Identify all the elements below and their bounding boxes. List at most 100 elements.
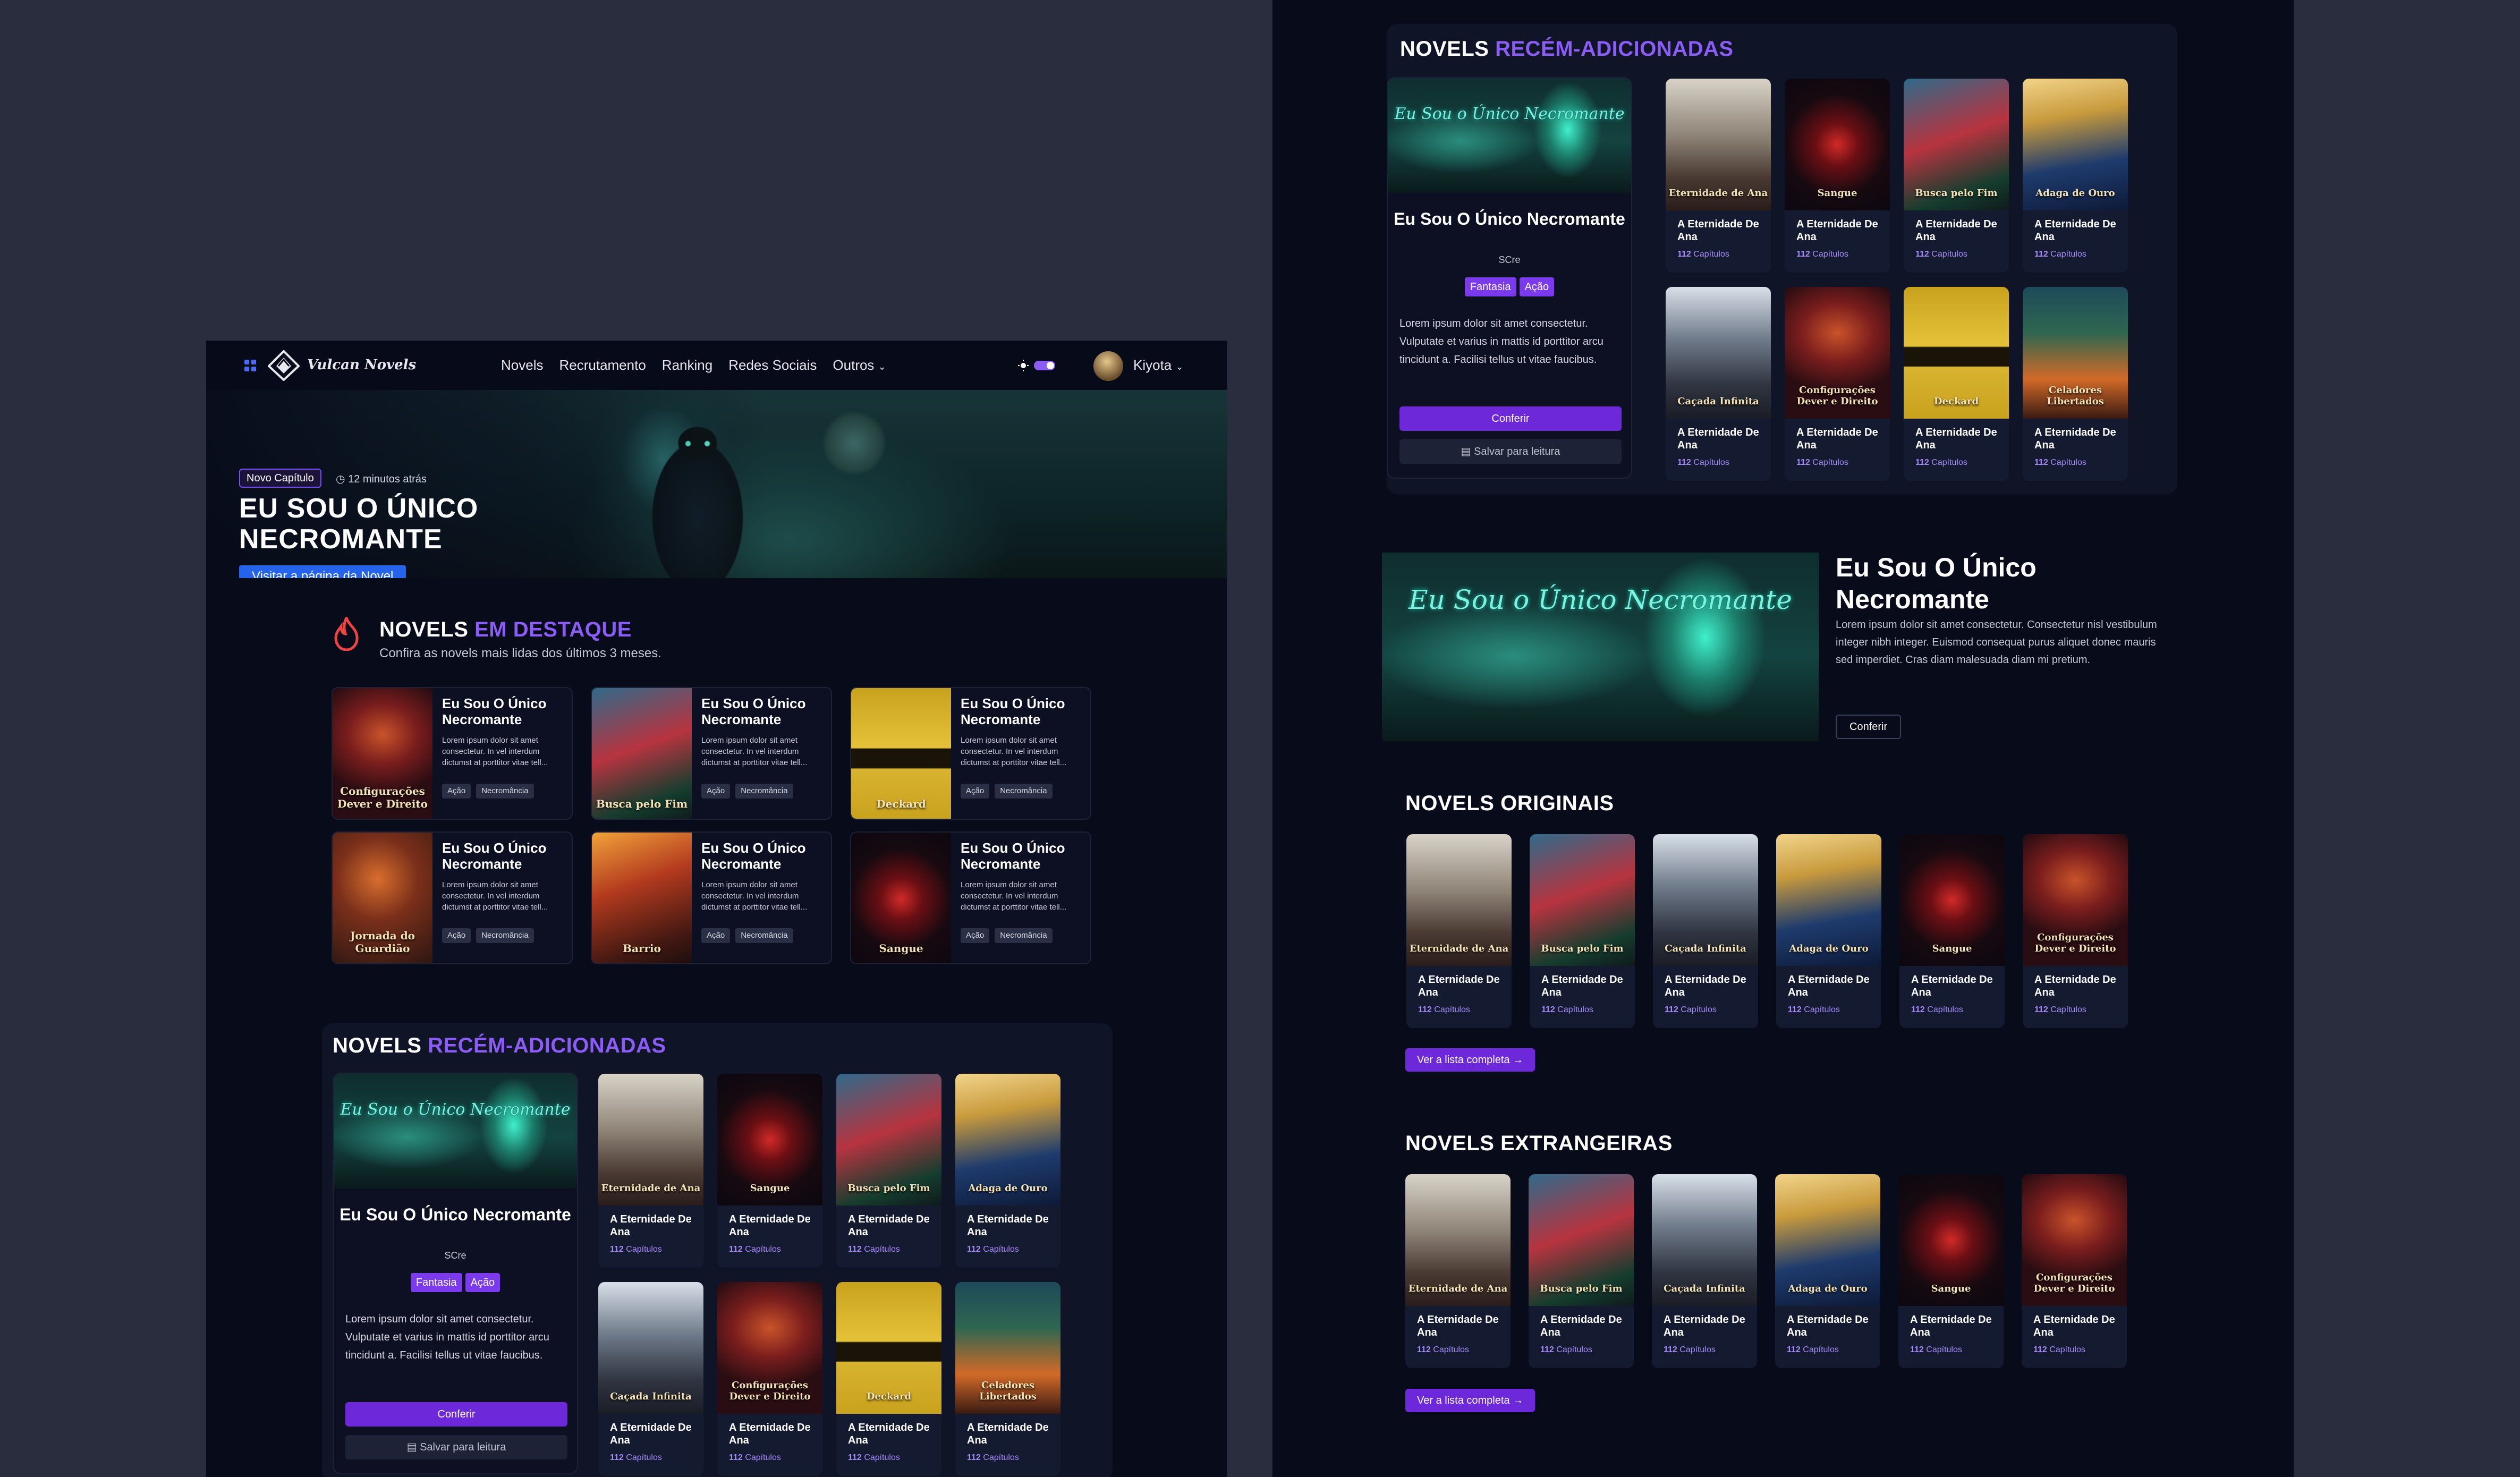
avatar[interactable] — [1093, 351, 1123, 381]
novel-card-title[interactable]: A Eternidade De Ana — [848, 1213, 933, 1238]
novel-cover[interactable]: Adaga de Ouro — [2023, 79, 2128, 210]
novel-cover[interactable]: Eternidade de Ana — [1666, 79, 1771, 210]
novel-card-title[interactable]: A Eternidade De Ana — [1787, 1313, 1872, 1339]
novel-cover[interactable]: Deckard — [836, 1282, 941, 1414]
novel-card[interactable]: Sangue A Eternidade De Ana 112 Capítulos — [1785, 79, 1890, 273]
novel-card-title[interactable]: A Eternidade De Ana — [2034, 218, 2119, 243]
genre-tag[interactable]: Necromância — [476, 784, 534, 799]
novel-cover[interactable]: Barrio — [592, 833, 692, 963]
novel-cover[interactable]: Caçada Infinita — [1652, 1174, 1757, 1306]
genre-tag[interactable]: Ação — [465, 1273, 500, 1292]
novel-cover[interactable]: Adaga de Ouro — [1776, 834, 1881, 966]
novel-card-title[interactable]: A Eternidade De Ana — [1540, 1313, 1625, 1339]
novel-cover[interactable]: Busca pelo Fim — [592, 688, 692, 819]
genre-tag[interactable]: Ação — [442, 784, 471, 799]
novel-card[interactable]: Eternidade de Ana A Eternidade De Ana 112 … — [1666, 79, 1771, 273]
promo-conferir-button[interactable]: Conferir — [1836, 715, 1902, 739]
novel-card[interactable]: Busca pelo Fim A Eternidade De Ana 112 Cap… — [836, 1074, 941, 1268]
novel-cover[interactable]: Adaga de Ouro — [1775, 1174, 1880, 1306]
novel-card[interactable]: Adaga de Ouro A Eternidade De Ana 112 Capí… — [2023, 79, 2128, 273]
novel-cover[interactable]: Busca pelo Fim — [1529, 1174, 1634, 1306]
novel-cover[interactable]: Configurações Dever e Direito — [2023, 834, 2128, 966]
novel-card[interactable]: Celadores Libertados A Eternidade De Ana 1… — [2023, 287, 2128, 481]
nav-recrutamento[interactable]: Recrutamento — [559, 357, 646, 374]
nav-ranking[interactable]: Ranking — [662, 357, 712, 374]
novel-card-title[interactable]: A Eternidade De Ana — [1677, 426, 1762, 452]
novel-card[interactable]: Sangue A Eternidade De Ana 112 Capítulos — [1899, 834, 2005, 1028]
novel-banner[interactable]: Eu Sou o Único Necromante — [334, 1074, 577, 1189]
novel-cover[interactable]: Deckard — [851, 688, 951, 819]
novel-cover[interactable]: Configurações Dever e Direito — [333, 688, 432, 819]
save-for-reading-button[interactable]: ▤ Salvar para leitura — [1399, 439, 1622, 464]
conferir-button[interactable]: Conferir — [1399, 406, 1622, 431]
conferir-button[interactable]: Conferir — [345, 1402, 567, 1427]
novel-cover[interactable]: Jornada do Guardião — [333, 833, 432, 963]
genre-tag[interactable]: Necromância — [476, 928, 534, 943]
save-for-reading-button[interactable]: ▤ Salvar para leitura — [345, 1435, 567, 1459]
genre-tag[interactable]: Ação — [442, 928, 471, 943]
novel-card[interactable]: Busca pelo Fim A Eternidade De Ana 112 Cap… — [1904, 79, 2009, 273]
genre-tag[interactable]: Necromância — [735, 784, 793, 799]
featured-card[interactable]: Deckard Eu Sou O Único Necromante Lorem ip… — [850, 687, 1091, 820]
novel-card-title[interactable]: A Eternidade De Ana — [967, 1421, 1052, 1447]
novel-card[interactable]: Configurações Dever e Direito A Eternidad… — [1785, 287, 1890, 481]
genre-tag[interactable]: Necromância — [735, 928, 793, 943]
novel-card[interactable]: Adaga de Ouro A Eternidade De Ana 112 Capí… — [1775, 1174, 1880, 1368]
novel-cover[interactable]: Sangue — [851, 833, 951, 963]
novel-card-title[interactable]: A Eternidade De Ana — [610, 1421, 695, 1447]
novel-card[interactable]: Sangue A Eternidade De Ana 112 Capítulos — [1898, 1174, 2004, 1368]
novel-card[interactable]: Caçada Infinita A Eternidade De Ana 112 Ca… — [1652, 1174, 1757, 1368]
genre-tag[interactable]: Necromância — [995, 928, 1053, 943]
novel-card-title[interactable]: A Eternidade De Ana — [848, 1421, 933, 1447]
novel-card[interactable]: Busca pelo Fim A Eternidade De Ana 112 Cap… — [1530, 834, 1635, 1028]
novel-card-title[interactable]: A Eternidade De Ana — [729, 1213, 814, 1238]
novel-banner[interactable]: Eu Sou o Único Necromante — [1388, 78, 1631, 193]
user-menu[interactable]: Kiyota ⌄ — [1133, 357, 1184, 374]
novel-cover[interactable]: Deckard — [1904, 287, 2009, 419]
novel-card-title[interactable]: A Eternidade De Ana — [1788, 973, 1873, 999]
novel-card-title[interactable]: A Eternidade De Ana — [2034, 426, 2119, 452]
featured-card-title[interactable]: Eu Sou O Único Necromante — [442, 695, 564, 727]
foreign-view-all-button[interactable]: Ver a lista completa → — [1405, 1389, 1535, 1412]
novel-cover[interactable]: Eternidade de Ana — [598, 1074, 703, 1206]
novel-cover[interactable]: Sangue — [1899, 834, 2005, 966]
theme-toggle[interactable] — [1018, 359, 1071, 372]
novel-card-title[interactable]: A Eternidade De Ana — [1665, 973, 1750, 999]
novel-cover[interactable]: Sangue — [1785, 79, 1890, 210]
featured-card[interactable]: Busca pelo Fim Eu Sou O Único Necromante L… — [591, 687, 832, 820]
novel-card[interactable]: Eternidade de Ana A Eternidade De Ana 112 … — [1406, 834, 1512, 1028]
featured-card-title[interactable]: Eu Sou O Único Necromante — [701, 695, 824, 727]
novel-card[interactable]: Configurações Dever e Direito A Eternidad… — [717, 1282, 822, 1476]
originals-view-all-button[interactable]: Ver a lista completa → — [1405, 1048, 1535, 1072]
novel-card[interactable]: Celadores Libertados A Eternidade De Ana 1… — [955, 1282, 1060, 1476]
novel-card[interactable]: Busca pelo Fim A Eternidade De Ana 112 Cap… — [1529, 1174, 1634, 1368]
novel-card[interactable]: Adaga de Ouro A Eternidade De Ana 112 Capí… — [955, 1074, 1060, 1268]
novel-card-title[interactable]: A Eternidade De Ana — [1796, 426, 1881, 452]
novel-cover[interactable]: Eternidade de Ana — [1406, 834, 1512, 966]
novel-card-title[interactable]: A Eternidade De Ana — [1417, 1313, 1502, 1339]
featured-card[interactable]: Sangue Eu Sou O Único Necromante Lorem ips… — [850, 831, 1091, 964]
novel-card[interactable]: Caçada Infinita A Eternidade De Ana 112 Ca… — [598, 1282, 703, 1476]
featured-card[interactable]: Configurações Dever e Direito Eu Sou O Ún… — [332, 687, 573, 820]
novel-card-title[interactable]: A Eternidade De Ana — [729, 1421, 814, 1447]
nav-novels[interactable]: Novels — [501, 357, 543, 374]
novel-card-title[interactable]: A Eternidade De Ana — [1664, 1313, 1749, 1339]
novel-cover[interactable]: Sangue — [717, 1074, 822, 1206]
novel-card-title[interactable]: A Eternidade De Ana — [2033, 1313, 2118, 1339]
novel-cover[interactable]: Configurações Dever e Direito — [717, 1282, 822, 1414]
vulcan-logo-icon[interactable] — [268, 350, 300, 381]
novel-card[interactable]: Configurações Dever e Direito A Eternidad… — [2022, 1174, 2127, 1368]
genre-tag[interactable]: Fantasia — [1464, 277, 1516, 296]
featured-card[interactable]: Jornada do Guardião Eu Sou O Único Necrom… — [332, 831, 573, 964]
featured-card-title[interactable]: Eu Sou O Único Necromante — [701, 840, 824, 872]
nav-outros[interactable]: Outros ⌄ — [833, 357, 886, 374]
novel-card-title[interactable]: A Eternidade De Ana — [967, 1213, 1052, 1238]
novel-card[interactable]: Adaga de Ouro A Eternidade De Ana 112 Capí… — [1776, 834, 1881, 1028]
novel-cover[interactable]: Sangue — [1898, 1174, 2004, 1306]
novel-card[interactable]: Eternidade de Ana A Eternidade De Ana 112 … — [1405, 1174, 1511, 1368]
novel-cover[interactable]: Busca pelo Fim — [1530, 834, 1635, 966]
genre-tag[interactable]: Ação — [701, 928, 731, 943]
novel-card[interactable]: Sangue A Eternidade De Ana 112 Capítulos — [717, 1074, 822, 1268]
genre-tag[interactable]: Necromância — [995, 784, 1053, 799]
novel-card-title[interactable]: A Eternidade De Ana — [1915, 218, 2000, 243]
